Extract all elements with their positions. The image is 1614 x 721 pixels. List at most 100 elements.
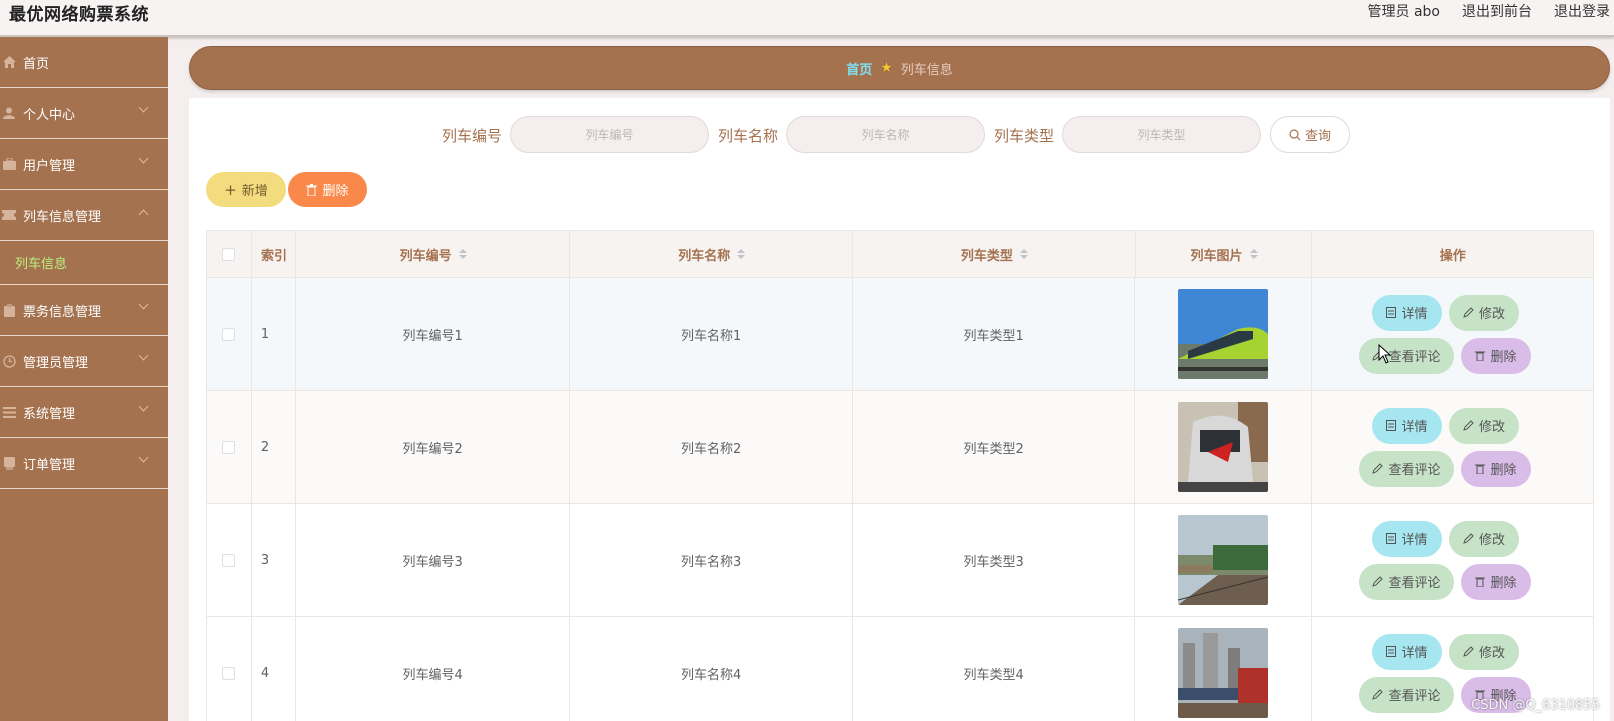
- sort-icon[interactable]: [1019, 249, 1028, 259]
- view-comments-button[interactable]: 查看评论: [1359, 676, 1454, 713]
- train-name-label: 列车名称: [718, 127, 779, 145]
- view-comments-label: 查看评论: [1388, 463, 1441, 478]
- row-train-name: 列车名称1: [570, 278, 853, 390]
- breadcrumb-home[interactable]: 首页: [846, 59, 872, 78]
- row-checkbox[interactable]: [222, 440, 236, 454]
- sidebar-item-label: 首页: [23, 56, 50, 72]
- sort-icon[interactable]: [1249, 249, 1258, 259]
- detail-label: 详情: [1401, 533, 1428, 548]
- sidebar-item-system[interactable]: 系统管理: [0, 387, 168, 438]
- col-header-train-no[interactable]: 列车编号: [296, 231, 571, 277]
- train-name-input[interactable]: [786, 116, 985, 153]
- breadcrumb: 首页 ★ 列车信息: [189, 46, 1610, 90]
- edit-label: 修改: [1478, 646, 1505, 661]
- edit-label: 修改: [1478, 307, 1505, 322]
- sort-icon[interactable]: [458, 249, 467, 259]
- sidebar-item-orders[interactable]: 订单管理: [0, 438, 168, 489]
- edit-button[interactable]: 修改: [1449, 294, 1519, 331]
- row-index: 4: [252, 617, 296, 721]
- add-button[interactable]: + 新增: [206, 172, 286, 207]
- view-comments-button[interactable]: 查看评论: [1359, 563, 1454, 600]
- row-checkbox[interactable]: [222, 553, 236, 567]
- document-icon: [1386, 646, 1397, 657]
- table-header: 索引 列车编号 列车名称 列车类型 列车图片 操作: [206, 230, 1594, 278]
- sidebar-item-train-info[interactable]: 列车信息管理: [0, 190, 168, 241]
- trash-icon: [306, 183, 318, 196]
- row-checkbox[interactable]: [222, 666, 236, 680]
- delete-button[interactable]: 删除: [1461, 563, 1531, 600]
- col-header-train-type[interactable]: 列车类型: [853, 231, 1136, 277]
- sidebar-subitem-train-info[interactable]: 列车信息: [0, 241, 168, 285]
- row-train-no: 列车编号2: [296, 391, 571, 503]
- train-image[interactable]: [1178, 402, 1269, 492]
- edit-button[interactable]: 修改: [1449, 407, 1519, 444]
- row-train-no: 列车编号3: [296, 504, 571, 616]
- detail-label: 详情: [1401, 646, 1428, 661]
- mouse-cursor-icon: [1378, 344, 1392, 364]
- row-checkbox[interactable]: [222, 327, 236, 341]
- clock-icon: [2, 354, 16, 368]
- view-comments-button[interactable]: 查看评论: [1359, 337, 1454, 374]
- row-index: 3: [252, 504, 296, 616]
- detail-button[interactable]: 详情: [1372, 294, 1442, 331]
- train-image[interactable]: [1178, 628, 1269, 718]
- row-train-type: 列车类型4: [853, 617, 1136, 721]
- table-row: 3 列车编号3 列车名称3 列车类型3 详情 修改 查看评论 删除: [206, 504, 1594, 617]
- chevron-down-icon: [138, 102, 149, 113]
- delete-label: 删除: [1490, 350, 1517, 365]
- edit-button[interactable]: 修改: [1449, 520, 1519, 557]
- row-index: 2: [252, 391, 296, 503]
- list-icon: [2, 405, 16, 419]
- delete-label: 删除: [1490, 576, 1517, 591]
- row-train-name: 列车名称3: [570, 504, 853, 616]
- query-button[interactable]: 查询: [1270, 116, 1350, 153]
- chevron-down-icon: [138, 350, 149, 361]
- edit-button[interactable]: 修改: [1449, 633, 1519, 670]
- col-header-train-image[interactable]: 列车图片: [1136, 231, 1313, 277]
- briefcase-icon: [2, 157, 16, 171]
- col-header-label: 列车编号: [399, 248, 452, 264]
- sort-icon[interactable]: [737, 249, 746, 259]
- edit-icon: [1372, 463, 1384, 474]
- chevron-down-icon: [138, 401, 149, 412]
- sidebar: 首页 个人中心 用户管理 列车信息管理 列车信息 票务信息管理 管理员管理 系统…: [0, 37, 168, 721]
- user-icon: [2, 106, 16, 120]
- sidebar-item-label: 票务信息管理: [23, 304, 102, 320]
- query-button-label: 查询: [1304, 129, 1331, 144]
- detail-button[interactable]: 详情: [1372, 520, 1442, 557]
- train-type-input[interactable]: [1062, 116, 1261, 153]
- sidebar-item-label: 列车信息管理: [23, 209, 102, 225]
- sidebar-item-label: 个人中心: [23, 107, 76, 123]
- row-actions: 详情 修改 查看评论 删除: [1312, 504, 1593, 617]
- col-header-train-name[interactable]: 列车名称: [570, 231, 854, 277]
- detail-button[interactable]: 详情: [1372, 633, 1442, 670]
- train-no-input[interactable]: [510, 116, 709, 153]
- watermark: CSDN @Q_6310855: [1471, 698, 1600, 713]
- view-comments-button[interactable]: 查看评论: [1359, 450, 1454, 487]
- train-image[interactable]: [1178, 515, 1269, 605]
- edit-icon: [1372, 576, 1384, 587]
- sidebar-item-home[interactable]: 首页: [0, 37, 168, 88]
- sidebar-item-profile[interactable]: 个人中心: [0, 88, 168, 139]
- sidebar-item-admins[interactable]: 管理员管理: [0, 336, 168, 387]
- detail-label: 详情: [1401, 307, 1428, 322]
- sidebar-item-ticket-info[interactable]: 票务信息管理: [0, 285, 168, 336]
- header-actions: 管理员 abo 退出到前台 退出登录: [1368, 1, 1610, 21]
- logout-link[interactable]: 退出登录: [1554, 1, 1610, 21]
- row-train-type: 列车类型1: [853, 278, 1136, 390]
- delete-label: 删除: [1490, 463, 1517, 478]
- select-all-checkbox[interactable]: [222, 247, 236, 261]
- row-train-name: 列车名称2: [570, 391, 853, 503]
- train-image[interactable]: [1178, 289, 1269, 379]
- delete-button[interactable]: 删除: [1461, 337, 1531, 374]
- edit-icon: [1463, 646, 1474, 657]
- edit-icon: [1372, 689, 1384, 700]
- batch-delete-button[interactable]: 删除: [288, 172, 367, 207]
- detail-button[interactable]: 详情: [1372, 407, 1442, 444]
- train-no-label: 列车编号: [442, 127, 503, 145]
- sidebar-item-users[interactable]: 用户管理: [0, 139, 168, 190]
- delete-button[interactable]: 删除: [1461, 450, 1531, 487]
- goto-front-link[interactable]: 退出到前台: [1462, 1, 1532, 21]
- row-train-no: 列车编号1: [296, 278, 571, 390]
- add-button-label: 新增: [241, 184, 268, 199]
